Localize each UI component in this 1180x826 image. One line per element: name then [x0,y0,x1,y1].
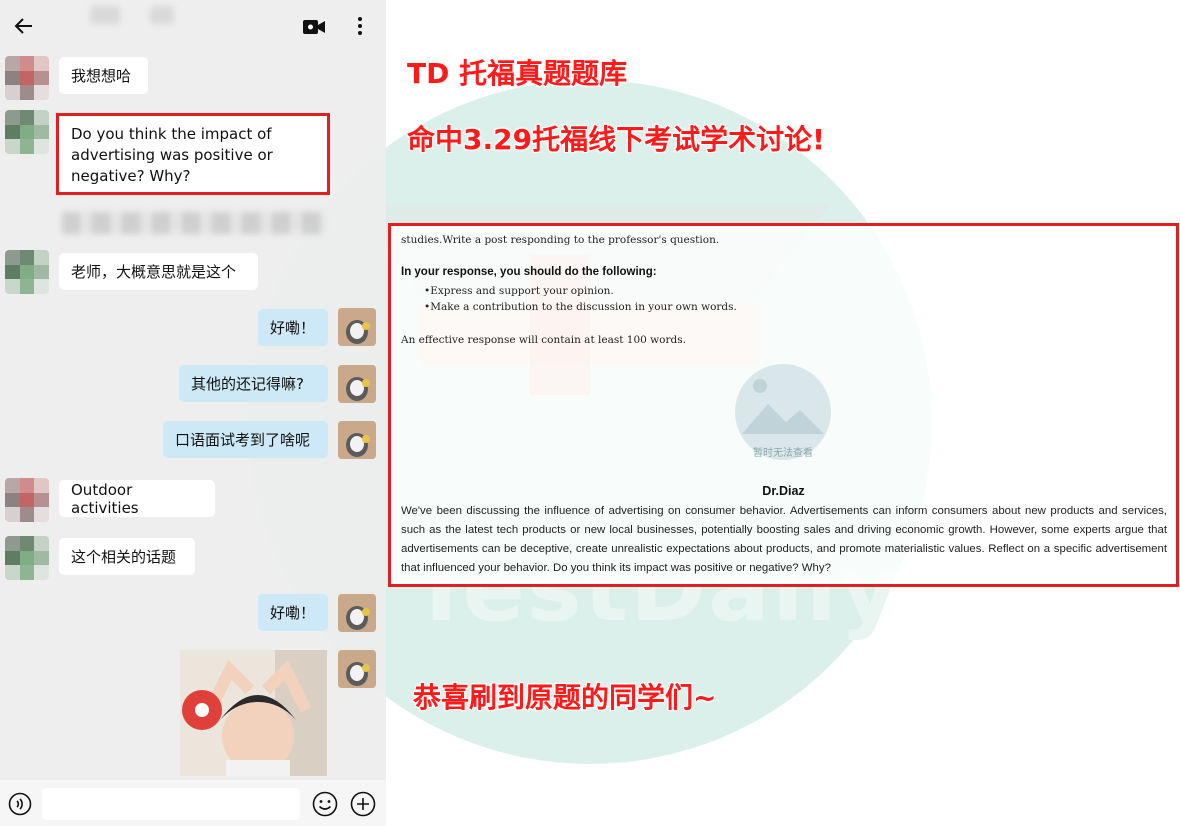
word-count-note: An effective response will contain at le… [401,334,686,346]
contact-avatar[interactable] [5,478,49,522]
chat-top-bar [0,0,386,52]
blurred-contact-name [90,6,120,24]
message-text: 老师，大概意思就是这个 [71,263,237,281]
message-text: 其他的还记得嘛? [191,375,304,393]
image-unavailable-text: 暂时无法查看 [753,448,813,459]
my-avatar[interactable] [338,365,376,403]
voice-input-icon[interactable] [8,792,32,816]
my-message-bubble: 其他的还记得嘛? [179,365,328,402]
message-text: 好嘞！ [270,319,316,337]
back-arrow-icon[interactable] [12,14,36,38]
question-card: studies.Write a post responding to the p… [388,223,1179,587]
my-avatar[interactable] [338,308,376,346]
highlight-box [56,113,330,195]
contact-avatar[interactable] [5,56,49,100]
professor-name: Dr.Diaz [762,484,805,498]
contact-avatar[interactable] [5,250,49,294]
contact-avatar[interactable] [5,536,49,580]
heading-subtitle: 命中3.29托福线下考试学术讨论! [407,123,825,156]
my-avatar[interactable] [338,650,376,688]
chat-panel: 我想想哈 Do you think the impact of advertis… [0,0,386,826]
message-bubble: 这个相关的话题 [59,538,195,575]
message-text: Outdoor activities [71,480,139,517]
photo-message[interactable] [180,650,327,776]
response-heading: In your response, you should do the foll… [401,266,657,278]
my-message-bubble: 好嘞！ [258,309,328,346]
more-options-icon[interactable] [352,14,368,38]
blurred-system-message [62,212,324,234]
message-text: 好嘞！ [270,604,316,622]
contact-avatar[interactable] [5,110,49,154]
message-bubble: 我想想哈 [59,57,148,94]
message-text: 这个相关的话题 [71,548,177,566]
message-input[interactable] [42,788,300,820]
blurred-contact-name [150,6,174,24]
message-bubble: 老师，大概意思就是这个 [59,253,258,290]
child-photo-icon [180,650,327,776]
video-call-icon[interactable] [302,17,326,37]
message-bubble: Outdoor activities [59,480,215,517]
chat-input-bar [0,780,386,826]
emoji-icon[interactable] [312,791,338,817]
my-message-bubble: 好嘞！ [258,594,328,631]
my-message-bubble: 口语面试考到了啥呢 [163,421,328,458]
professor-question: We've been discussing the influence of a… [401,505,1167,574]
plus-icon[interactable] [350,791,376,817]
message-text: 我想想哈 [71,67,132,85]
response-bullet: •Make a contribution to the discussion i… [424,301,737,313]
my-avatar[interactable] [338,594,376,632]
my-avatar[interactable] [338,421,376,459]
question-intro: studies.Write a post responding to the p… [401,234,720,246]
message-text: 口语面试考到了啥呢 [175,431,311,449]
heading-title: TD 托福真题题库 [407,57,628,90]
heading-congrats: 恭喜刷到原题的同学们~ [413,681,717,714]
response-bullet: •Express and support your opinion. [424,285,614,297]
